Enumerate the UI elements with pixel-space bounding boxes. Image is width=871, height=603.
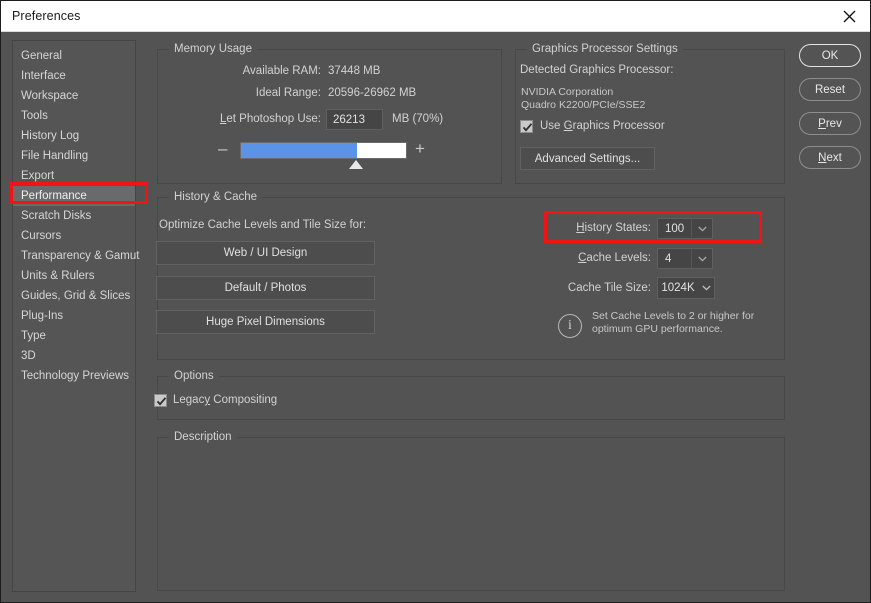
cache-levels-dropdown[interactable]: 4 [657,248,713,269]
preset-web-ui-design-button[interactable]: Web / UI Design [156,241,375,265]
memory-usage-input[interactable] [326,109,383,130]
chevron-glyph [697,226,707,232]
history-states-label: History States: [576,222,651,234]
history-states-value: 100 [665,222,685,235]
ideal-range-label: Ideal Range: [255,87,321,99]
chevron-glyph [697,256,707,262]
sidebar-item-3d[interactable]: 3D [13,346,135,366]
detected-gpu-label: Detected Graphics Processor: [520,64,674,76]
preferences-dialog: Preferences General Interface Workspace … [0,0,871,603]
info-icon: i [558,314,582,338]
preferences-category-list[interactable]: General Interface Workspace Tools Histor… [12,40,139,592]
sidebar-item-general[interactable]: General [13,46,135,66]
cache-levels-value: 4 [665,252,672,265]
chevron-down-icon [691,219,712,238]
use-graphics-processor-checkbox[interactable] [520,120,533,133]
sidebar-item-units-rulers[interactable]: Units & Rulers [13,266,135,286]
memory-slider-thumb[interactable] [349,160,363,169]
sidebar-item-plug-ins[interactable]: Plug-Ins [13,306,135,326]
sidebar-item-file-handling[interactable]: File Handling [13,146,135,166]
close-glyph [843,10,855,22]
memory-slider-track[interactable] [240,142,407,159]
cache-tile-size-label: Cache Tile Size: [567,282,651,294]
sidebar-item-export[interactable]: Export [13,166,135,186]
ideal-range-value: 20596-26962 MB [328,87,417,99]
sidebar-item-workspace[interactable]: Workspace [13,86,135,106]
history-states-dropdown[interactable]: 100 [657,218,713,239]
chevron-glyph [701,285,711,291]
memory-usage-title: Memory Usage [169,43,257,55]
graphics-processor-title: Graphics Processor Settings [527,43,683,55]
next-button[interactable]: Next [799,146,861,169]
memory-slider-increase-icon[interactable]: + [415,140,425,157]
preset-huge-pixel-dimensions-button[interactable]: Huge Pixel Dimensions [156,310,375,334]
sidebar-item-scratch-disks[interactable]: Scratch Disks [13,206,135,226]
legacy-compositing-label: Legacy Compositing [173,394,278,406]
close-icon[interactable] [826,1,870,31]
advanced-settings-button[interactable]: Advanced Settings... [520,147,655,170]
sidebar-item-guides-grid-slices[interactable]: Guides, Grid & Slices [13,286,135,306]
check-icon [522,123,533,132]
sidebar-item-transparency-gamut[interactable]: Transparency & Gamut [13,246,139,266]
prev-button[interactable]: Prev [799,112,861,135]
description-group: Description [157,431,785,591]
cache-tile-size-value: 1024K [661,282,695,294]
use-graphics-processor-label: Use Graphics Processor [540,120,665,132]
cache-info-line1: Set Cache Levels to 2 or higher for [592,310,755,322]
reset-button[interactable]: Reset [799,78,861,101]
available-ram-value: 37448 MB [328,65,381,77]
ok-button[interactable]: OK [799,44,861,67]
sidebar-item-tools[interactable]: Tools [13,106,135,126]
available-ram-label: Available RAM: [242,65,321,77]
let-photoshop-use-label-text: et Photoshop Use: [226,113,321,125]
optimize-cache-label: Optimize Cache Levels and Tile Size for: [159,219,367,231]
memory-slider-fill [241,143,357,158]
memory-usage-suffix: MB (70%) [392,113,444,125]
cache-info-line2: optimum GPU performance. [592,323,723,335]
legacy-compositing-checkbox[interactable] [154,394,167,407]
check-icon [156,397,167,406]
cache-tile-size-dropdown[interactable]: 1024K [657,277,715,299]
sidebar-item-type[interactable]: Type [13,326,135,346]
sidebar-item-performance[interactable]: Performance [13,186,135,206]
sidebar-item-interface[interactable]: Interface [13,66,135,86]
description-title: Description [169,431,237,443]
gpu-vendor: NVIDIA Corporation [521,86,614,98]
gpu-model: Quadro K2200/PCIe/SSE2 [521,99,646,111]
sidebar-item-history-log[interactable]: History Log [13,126,135,146]
options-title: Options [169,370,219,382]
window-title: Preferences [12,9,81,23]
history-cache-title: History & Cache [169,191,263,203]
cache-levels-label: Cache Levels: [578,252,651,264]
chevron-down-icon [698,278,714,298]
preset-default-photos-button[interactable]: Default / Photos [156,276,375,300]
chevron-down-icon [691,249,712,268]
memory-slider-decrease-icon[interactable]: – [218,140,227,157]
sidebar-item-cursors[interactable]: Cursors [13,226,135,246]
sidebar-item-technology-previews[interactable]: Technology Previews [13,366,135,386]
title-bar: Preferences [1,1,870,32]
let-photoshop-use-label: Let Photoshop Use: [219,113,321,125]
